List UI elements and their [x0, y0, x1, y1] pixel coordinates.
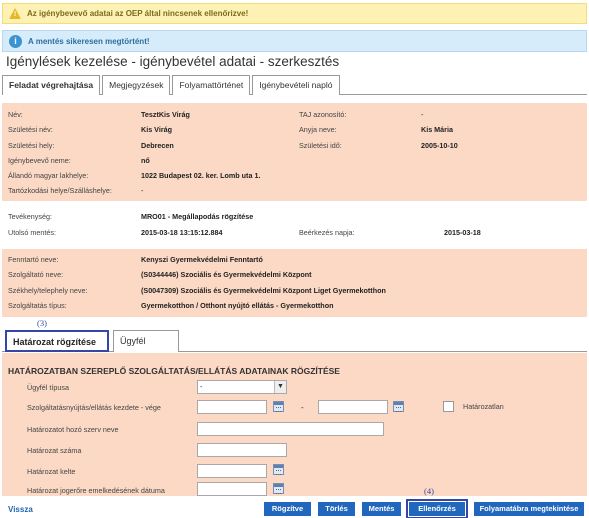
chevron-down-icon: ▼ [274, 381, 286, 393]
lakhely-label: Állandó magyar lakhelye: [8, 171, 89, 180]
page-title: Igénylések kezelése - igénybevétel adata… [6, 54, 340, 69]
torles-button[interactable]: Törlés [318, 502, 355, 516]
hatarozat-szama-label: Határozat száma [27, 446, 82, 455]
szuletesi-ido-label: Születési idő: [299, 141, 342, 150]
hatarozat-kelte-label: Határozat kelte [27, 467, 76, 476]
info-text: A mentés sikeresen megtörtént! [28, 36, 150, 46]
tevekenyseg-label: Tevékenység: [8, 212, 52, 221]
szuletesi-ido-value: 2005-10-10 [421, 141, 458, 150]
hatarozat-szama-input[interactable] [197, 443, 287, 457]
date-range-dash: - [301, 403, 304, 412]
info-icon: i [9, 34, 22, 48]
szuletesi-nev-label: Születési név: [8, 125, 53, 134]
nem-value: nő [141, 156, 150, 165]
hozo-szerv-input[interactable] [197, 422, 384, 436]
szuletesi-nev-value: Kis Virág [141, 125, 173, 134]
step-marker-3: (3) [37, 318, 47, 328]
ugyfel-tipusa-value: - [200, 382, 203, 391]
nev-label: Név: [8, 110, 23, 119]
calendar-icon[interactable] [393, 401, 404, 412]
jogerore-label: Határozat jogerőre emelkedésének dátuma [27, 486, 165, 495]
calendar-icon[interactable] [273, 401, 284, 412]
hatarozatlan-checkbox[interactable] [443, 401, 454, 412]
hatarozat-kelte-input[interactable] [197, 464, 267, 478]
anyja-neve-label: Anyja neve: [299, 125, 337, 134]
beerkezes-value: 2015-03-18 [444, 228, 481, 237]
back-link[interactable]: Vissza [8, 505, 33, 514]
warning-text: Az igénybevevő adatai az OEP által nincs… [27, 9, 249, 18]
calendar-icon[interactable] [273, 483, 284, 494]
tipus-label: Szolgáltatás típus: [8, 301, 67, 310]
folyamatabra-button[interactable]: Folyamatábra megtekintése [474, 502, 584, 516]
ellenorzes-button[interactable]: Ellenőrzés [406, 499, 468, 518]
mentes-button[interactable]: Mentés [362, 502, 401, 516]
tab-megjegyzesek[interactable]: Megjegyzések [102, 75, 171, 95]
szuletesi-hely-label: Születési hely: [8, 141, 55, 150]
tab-igenybeveteli-naplo[interactable]: Igénybevételi napló [252, 75, 340, 95]
nev-value: TesztKis Virág [141, 110, 190, 119]
tevekenyseg-value: MRO01 - Megállapodás rögzítése [141, 212, 254, 221]
tab-folyamattortenet[interactable]: Folyamattörténet [172, 75, 251, 95]
form-section-title: HATÁROZATBAN SZEREPLŐ SZOLGÁLTATÁS/ELLÁT… [8, 366, 340, 376]
fenntarto-label: Fenntartó neve: [8, 255, 59, 264]
beerkezes-label: Beérkezés napja: [299, 228, 355, 237]
tab-ugyfel-adatai[interactable]: Ügyfél adatai [113, 330, 179, 366]
szekhely-value: (S0047309) Szociális és Gyermekvédelmi K… [141, 286, 386, 295]
lakhely-value: 1022 Budapest 02. ker. Lomb uta 1. [141, 171, 261, 180]
calendar-icon[interactable] [273, 464, 284, 475]
sub-tabs: Határozat rögzítése Ügyfél adatai [2, 330, 587, 366]
hatarozatlan-label: Határozatlan [463, 402, 504, 411]
nem-label: Igénybevevő neme: [8, 156, 71, 165]
top-tabs: Feladat végrehajtása Megjegyzések Folyam… [2, 75, 587, 95]
szolgaltato-value: (S0344446) Szociális és Gyermekvédelmi K… [141, 270, 312, 279]
step-marker-4: (4) [424, 486, 434, 496]
szekhely-label: Székhely/telephely neve: [8, 286, 88, 295]
tartozkodasi-value: - [141, 186, 144, 195]
tartozkodasi-label: Tartózkodási helye/Szálláshelye: [8, 186, 112, 195]
info-banner: i A mentés sikeresen megtörtént! [2, 30, 587, 52]
ugyfel-tipusa-label: Ügyfél típusa [27, 383, 69, 392]
kezdete-date-input[interactable] [197, 400, 267, 414]
anyja-neve-value: Kis Mária [421, 125, 453, 134]
ugyfel-tipusa-select[interactable]: - ▼ [197, 380, 287, 394]
tipus-value: Gyermekotthon / Otthont nyújtó ellátás -… [141, 301, 334, 310]
hozo-szerv-label: Határozatot hozó szerv neve [27, 425, 119, 434]
rogzitve-button[interactable]: Rögzítve [264, 502, 311, 516]
vege-date-input[interactable] [318, 400, 388, 414]
activity-panel [2, 203, 587, 249]
taj-value: - [421, 110, 424, 119]
warning-icon: ! [9, 8, 21, 19]
utolso-mentes-label: Utolsó mentés: [8, 228, 56, 237]
kezdete-label: Szolgáltatásnyújtás/ellátás kezdete - vé… [27, 403, 161, 412]
warning-banner: ! Az igénybevevő adatai az OEP által nin… [2, 3, 587, 24]
jogerore-date-input[interactable] [197, 482, 267, 496]
tab-hatarozat-rogzitese[interactable]: Határozat rögzítése [5, 330, 109, 352]
szolgaltato-label: Szolgáltató neve: [8, 270, 64, 279]
utolso-mentes-value: 2015-03-18 13:15:12.884 [141, 228, 223, 237]
tab-feladat-vegrehajtasa[interactable]: Feladat végrehajtása [2, 75, 101, 95]
szuletesi-hely-value: Debrecen [141, 141, 174, 150]
fenntarto-value: Kenyszi Gyermekvédelmi Fenntartó [141, 255, 263, 264]
taj-label: TAJ azonosító: [299, 110, 347, 119]
